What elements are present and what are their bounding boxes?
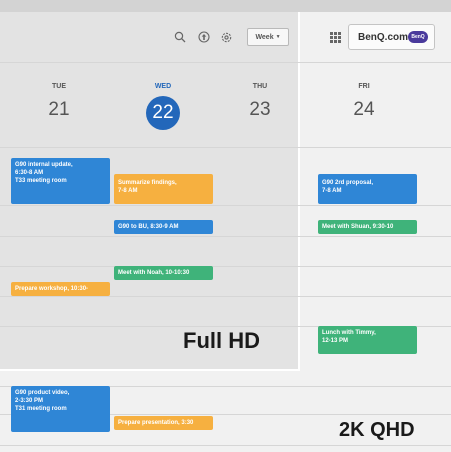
- hour-line: [0, 147, 451, 148]
- event-g90-internal-update[interactable]: G90 internal update, 6:30-8 AM T33 meeti…: [11, 158, 110, 204]
- chevron-down-icon: ▼: [275, 34, 281, 40]
- event-label: G90 2rd proposal, 7-8 AM: [322, 180, 374, 194]
- day-name-tue: TUE: [52, 83, 66, 90]
- benq-link-button[interactable]: BenQ.com BenQ: [348, 24, 435, 50]
- event-meet-shuan[interactable]: Meet with Shuan, 9:30-10: [318, 220, 417, 234]
- event-g90-2rd-proposal[interactable]: G90 2rd proposal, 7-8 AM: [318, 174, 417, 204]
- event-label: Summarize findings, 7-8 AM: [118, 180, 177, 194]
- view-select[interactable]: Week ▼: [247, 28, 289, 46]
- event-prepare-workshop[interactable]: Prepare workshop, 10:30-: [11, 282, 110, 296]
- event-label: G90 product video, 2-3:30 PM T31 meeting…: [15, 390, 70, 412]
- header-divider: [0, 62, 451, 63]
- upload-icon[interactable]: [196, 29, 212, 45]
- event-g90-to-bu[interactable]: G90 to BU, 8:30-9 AM: [114, 220, 213, 234]
- event-label: Prepare workshop, 10:30-: [15, 286, 89, 292]
- event-label: G90 internal update, 6:30-8 AM T33 meeti…: [15, 162, 73, 184]
- event-prepare-presentation[interactable]: Prepare presentation, 3:30: [114, 416, 213, 430]
- event-label: Lunch with Timmy, 12-13 PM: [322, 330, 376, 344]
- event-g90-product-video[interactable]: G90 product video, 2-3:30 PM T31 meeting…: [11, 386, 110, 432]
- apps-grid-icon[interactable]: [327, 29, 343, 45]
- top-strip: [0, 0, 451, 12]
- full-hd-label: Full HD: [183, 328, 260, 353]
- day-number-thu[interactable]: 23: [230, 99, 290, 121]
- day-name-thu: THU: [252, 83, 268, 90]
- gear-icon[interactable]: [218, 29, 234, 45]
- event-label: Prepare presentation, 3:30: [118, 420, 194, 426]
- day-number-wed-today[interactable]: 22: [146, 96, 180, 130]
- event-lunch-timmy[interactable]: Lunch with Timmy, 12-13 PM: [318, 326, 417, 354]
- benq-logo: BenQ: [408, 31, 428, 43]
- day-name-wed: WED: [154, 83, 172, 90]
- hour-line: [0, 236, 451, 237]
- event-label: G90 to BU, 8:30-9 AM: [118, 224, 179, 230]
- event-label: Meet with Noah, 10-10:30: [118, 270, 190, 276]
- hour-line: [0, 205, 451, 206]
- day-name-fri: FRI: [358, 83, 370, 90]
- event-meet-noah[interactable]: Meet with Noah, 10-10:30: [114, 266, 213, 280]
- hour-line: [0, 296, 451, 297]
- event-label: Meet with Shuan, 9:30-10: [322, 224, 394, 230]
- hour-line: [0, 445, 451, 446]
- hour-line: [0, 266, 451, 267]
- benq-link-label: BenQ.com: [358, 31, 409, 43]
- view-select-label: Week: [255, 33, 274, 41]
- day-number-fri[interactable]: 24: [334, 99, 394, 121]
- day-number-tue[interactable]: 21: [29, 99, 89, 121]
- qhd-label: 2K QHD: [339, 419, 415, 441]
- search-icon[interactable]: [172, 29, 188, 45]
- event-summarize-findings[interactable]: Summarize findings, 7-8 AM: [114, 174, 213, 204]
